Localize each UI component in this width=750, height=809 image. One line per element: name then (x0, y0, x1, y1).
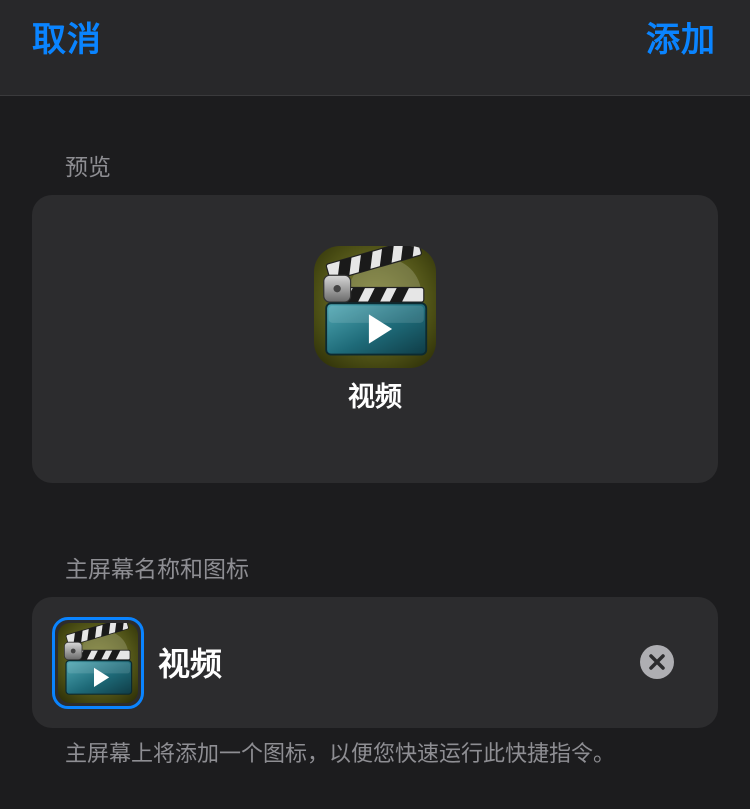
preview-card: 视频 (32, 195, 718, 483)
preview-section-label: 预览 (65, 155, 111, 181)
cancel-button[interactable]: 取消 (32, 18, 102, 62)
home-screen-footnote: 主屏幕上将添加一个图标，以便您快速运行此快捷指令。 (65, 742, 616, 767)
add-button[interactable]: 添加 (646, 18, 716, 62)
home-screen-name-card (32, 597, 718, 728)
home-screen-section-label: 主屏幕名称和图标 (65, 557, 249, 583)
shortcut-name-input[interactable] (158, 637, 608, 687)
icon-picker-button[interactable] (52, 617, 144, 709)
clear-x-icon[interactable] (640, 645, 674, 679)
clapperboard-play-icon (58, 623, 138, 703)
navigation-bar: 取消 添加 (0, 0, 750, 96)
clapperboard-play-icon (314, 246, 436, 368)
preview-app-name: 视频 (348, 382, 402, 413)
